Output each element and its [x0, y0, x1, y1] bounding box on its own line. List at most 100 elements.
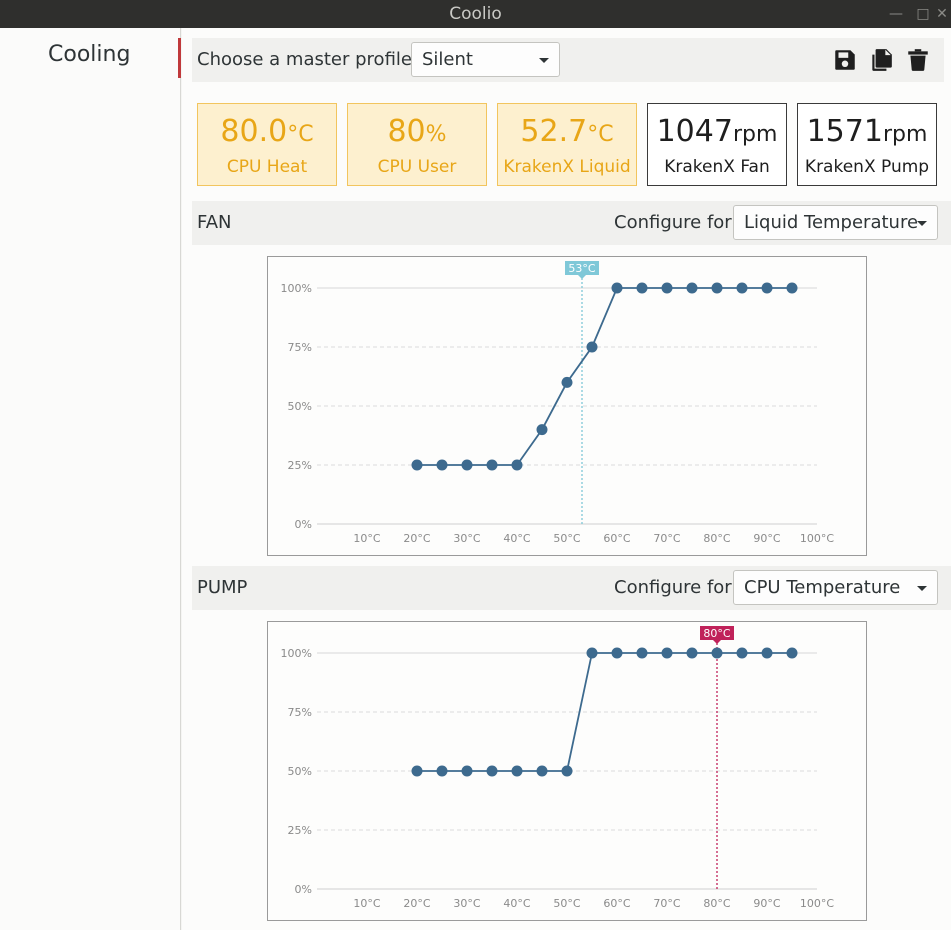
- sidebar: Cooling: [0, 28, 181, 930]
- curve-point[interactable]: [536, 424, 548, 436]
- section-title: PUMP: [197, 577, 248, 598]
- card-unit: °C: [287, 122, 314, 147]
- configure-label: Configure for:: [614, 577, 738, 598]
- x-tick-label: 90°C: [753, 897, 780, 910]
- card-unit: %: [425, 122, 447, 147]
- curve-point[interactable]: [561, 376, 573, 388]
- x-tick-label: 20°C: [403, 532, 430, 545]
- configure-label: Configure for:: [614, 212, 738, 233]
- current-temp-marker-label: 80°C: [703, 627, 730, 640]
- y-tick-label: 100%: [281, 282, 312, 295]
- curve-point[interactable]: [486, 765, 498, 777]
- pump-curve-chart[interactable]: 0% 25% 50% 75% 100% 10°C 20°C 30°C 40°C 50°C 60°C 7…: [267, 621, 867, 921]
- pump-curve-svg[interactable]: 0% 25% 50% 75% 100% 10°C 20°C 30°C 40°C 50°C 60°C 7…: [268, 622, 866, 920]
- fan-curve-svg[interactable]: 0% 25% 50% 75% 100% 10°C 20°C 30°C 40°C 50°C 60°C 7…: [268, 257, 866, 555]
- curve-point[interactable]: [786, 647, 798, 659]
- chevron-down-icon: [539, 58, 549, 63]
- cpu-user-card: 80% CPU User: [347, 103, 487, 186]
- x-tick-label: 80°C: [703, 897, 730, 910]
- curve-point[interactable]: [636, 647, 648, 659]
- y-tick-label: 50%: [288, 765, 312, 778]
- fan-configure-value: Liquid Temperature: [744, 212, 919, 233]
- delete-icon[interactable]: [905, 47, 931, 73]
- krakenx-liquid-card: 52.7°C KrakenX Liquid: [497, 103, 637, 186]
- cpu-heat-card: 80.0°C CPU Heat: [197, 103, 337, 186]
- curve-line: [417, 287, 792, 466]
- x-tick-label: 50°C: [553, 532, 580, 545]
- chevron-down-icon: [917, 221, 927, 226]
- selection-indicator: [178, 38, 181, 78]
- curve-point[interactable]: [486, 459, 498, 471]
- card-value: 80.0: [220, 114, 288, 149]
- y-tick-label: 75%: [288, 341, 312, 354]
- curve-point[interactable]: [436, 459, 448, 471]
- fan-curve-chart[interactable]: 0% 25% 50% 75% 100% 10°C 20°C 30°C 40°C 50°C 60°C 7…: [267, 256, 867, 556]
- curve-point[interactable]: [611, 647, 623, 659]
- curve-point[interactable]: [661, 647, 673, 659]
- card-label: KrakenX Pump: [804, 157, 930, 177]
- curve-point[interactable]: [611, 282, 623, 294]
- curve-point[interactable]: [461, 765, 473, 777]
- sidebar-item-cooling[interactable]: Cooling: [0, 38, 181, 80]
- x-tick-label: 60°C: [603, 897, 630, 910]
- curve-point[interactable]: [636, 282, 648, 294]
- curve-point[interactable]: [586, 647, 598, 659]
- chevron-down-icon: [917, 586, 927, 591]
- curve-point[interactable]: [761, 647, 773, 659]
- card-label: CPU Heat: [226, 157, 308, 177]
- curve-point[interactable]: [411, 765, 423, 777]
- curve-point[interactable]: [511, 459, 523, 471]
- x-tick-label: 10°C: [353, 532, 380, 545]
- curve-point[interactable]: [736, 647, 748, 659]
- curve-point[interactable]: [511, 765, 523, 777]
- y-tick-label: 25%: [288, 824, 312, 837]
- card-label: KrakenX Fan: [664, 157, 770, 177]
- card-value: 1047: [656, 114, 733, 149]
- curve-point[interactable]: [661, 282, 673, 294]
- pump-configure-select[interactable]: CPU Temperature: [733, 570, 938, 605]
- curve-point[interactable]: [561, 765, 573, 777]
- curve-point[interactable]: [536, 765, 548, 777]
- card-label: CPU User: [377, 157, 457, 177]
- profile-select[interactable]: Silent: [411, 42, 560, 77]
- curve-point[interactable]: [761, 282, 773, 294]
- x-tick-label: 10°C: [353, 897, 380, 910]
- x-tick-label: 90°C: [753, 532, 780, 545]
- x-tick-label: 40°C: [503, 532, 530, 545]
- x-tick-label: 80°C: [703, 532, 730, 545]
- save-icon[interactable]: [832, 47, 858, 73]
- curve-point[interactable]: [586, 341, 598, 353]
- card-unit: rpm: [882, 122, 928, 147]
- y-tick-label: 0%: [295, 883, 312, 896]
- curve-point[interactable]: [461, 459, 473, 471]
- y-tick-label: 0%: [295, 518, 312, 531]
- profile-bar: Choose a master profile: Silent: [192, 38, 944, 82]
- profile-select-value: Silent: [422, 49, 473, 70]
- card-unit: °C: [587, 122, 614, 147]
- x-tick-label: 70°C: [653, 897, 680, 910]
- curve-point[interactable]: [686, 282, 698, 294]
- curve-point[interactable]: [711, 282, 723, 294]
- fan-configure-select[interactable]: Liquid Temperature: [733, 205, 938, 240]
- title-bar: Coolio — □ ✕: [0, 0, 951, 28]
- card-value: 52.7: [520, 114, 588, 149]
- curve-point[interactable]: [736, 282, 748, 294]
- sidebar-item-label: Cooling: [48, 42, 131, 67]
- window-title: Coolio: [449, 4, 502, 24]
- curve-point[interactable]: [436, 765, 448, 777]
- curve-point[interactable]: [711, 647, 723, 659]
- curve-point[interactable]: [686, 647, 698, 659]
- curve-point[interactable]: [786, 282, 798, 294]
- close-icon[interactable]: ✕: [930, 0, 951, 28]
- curve-point[interactable]: [411, 459, 423, 471]
- section-title: FAN: [197, 212, 232, 233]
- minimize-icon[interactable]: —: [884, 0, 908, 28]
- pump-configure-value: CPU Temperature: [744, 577, 901, 598]
- y-tick-label: 75%: [288, 706, 312, 719]
- copy-icon[interactable]: [868, 47, 894, 73]
- x-tick-label: 30°C: [453, 897, 480, 910]
- x-tick-label: 100°C: [800, 897, 834, 910]
- x-tick-label: 60°C: [603, 532, 630, 545]
- card-unit: rpm: [732, 122, 778, 147]
- current-temp-marker-pointer: [713, 640, 721, 644]
